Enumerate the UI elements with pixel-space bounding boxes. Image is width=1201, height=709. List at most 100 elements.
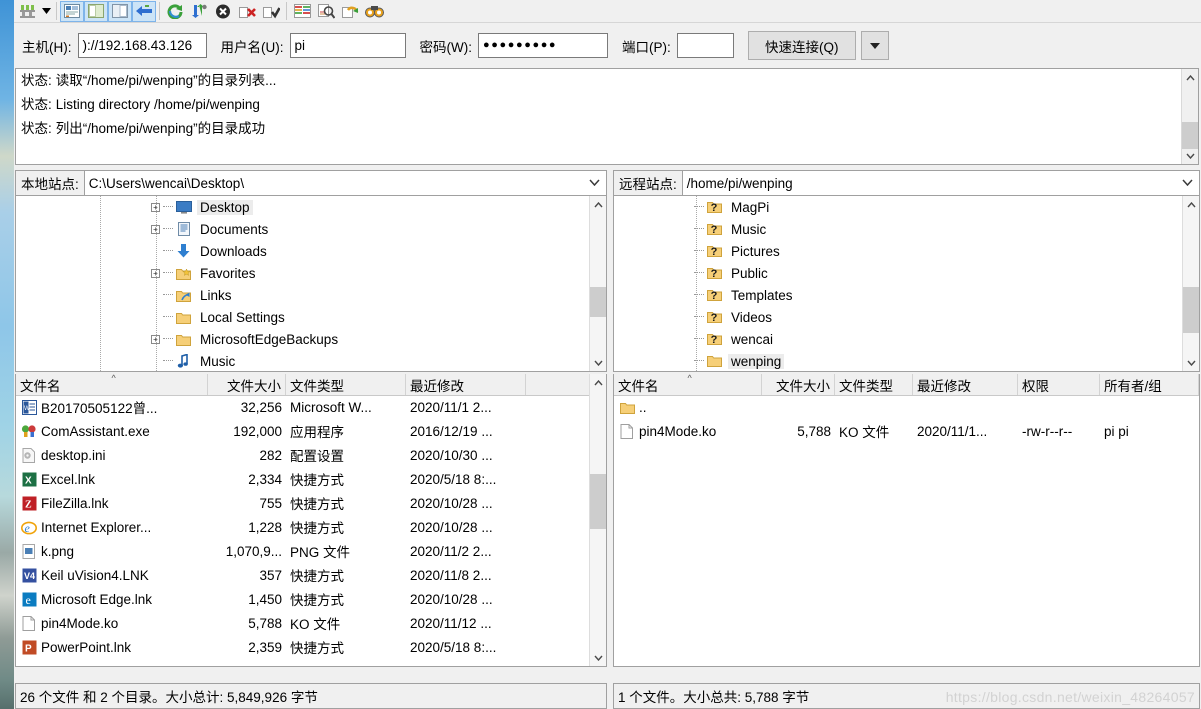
scroll-down-arrow[interactable] xyxy=(590,354,606,371)
remote-site-path-combo[interactable]: /home/pi/wenping xyxy=(681,170,1200,196)
cancel-operation-button[interactable] xyxy=(211,1,235,22)
site-manager-button[interactable] xyxy=(15,1,39,22)
table-row[interactable]: e Microsoft Edge.lnk 1,450 快捷方式 2020/10/… xyxy=(16,587,589,611)
table-row[interactable]: desktop.ini 282 配置设置 2020/10/30 ... xyxy=(16,443,589,467)
local-file-list-scrollbar[interactable] xyxy=(589,374,606,666)
scroll-down-arrow[interactable] xyxy=(590,649,606,666)
column-header-filetype[interactable]: 文件类型 xyxy=(835,374,913,395)
remote-directory-tree[interactable]: ? MagPi ? Music ? Pictures ? Public ? Te… xyxy=(613,196,1200,372)
column-header-filename[interactable]: 文件名 ^ xyxy=(16,374,208,395)
local-pane: 本地站点: C:\Users\wencai\Desktop\ + Desktop… xyxy=(15,170,607,707)
table-row[interactable]: ComAssistant.exe 192,000 应用程序 2016/12/19… xyxy=(16,419,589,443)
local-file-list[interactable]: 文件名 ^ 文件大小 文件类型 最近修改 W B20170505122曾... … xyxy=(15,374,607,667)
table-row[interactable]: pin4Mode.ko 5,788 KO 文件 2020/11/1... -rw… xyxy=(614,419,1182,443)
remote-tree-item[interactable]: ? Music xyxy=(614,218,1181,240)
column-label: 文件名 xyxy=(618,378,659,394)
refresh-icon xyxy=(167,3,182,19)
column-header-filesize[interactable]: 文件大小 xyxy=(762,374,835,395)
toggle-remote-tree-button[interactable] xyxy=(108,0,132,22)
scroll-up-arrow[interactable] xyxy=(590,196,606,213)
scroll-up-arrow[interactable] xyxy=(590,374,606,391)
site-manager-dropdown[interactable] xyxy=(39,1,53,22)
column-header-modified[interactable]: 最近修改 xyxy=(913,374,1018,395)
scroll-thumb[interactable] xyxy=(590,474,606,529)
exe-icon xyxy=(20,423,38,440)
column-header-owner-group[interactable]: 所有者/组 xyxy=(1100,374,1199,395)
column-header-permissions[interactable]: 权限 xyxy=(1018,374,1100,395)
table-row[interactable]: .. xyxy=(614,395,1182,419)
column-header-filetype[interactable]: 文件类型 xyxy=(286,374,406,395)
toggle-local-tree-button[interactable] xyxy=(84,0,108,22)
local-tree-item[interactable]: + Favorites xyxy=(16,262,588,284)
table-row[interactable]: Z FileZilla.lnk 755 快捷方式 2020/10/28 ... xyxy=(16,491,589,515)
remote-tree-item[interactable]: ? Videos xyxy=(614,306,1181,328)
remote-tree-item[interactable]: ? Pictures xyxy=(614,240,1181,262)
local-file-list-header[interactable]: 文件名 ^ 文件大小 文件类型 最近修改 xyxy=(16,374,606,396)
username-input[interactable]: pi xyxy=(289,33,406,58)
local-tree-item[interactable]: Links xyxy=(16,284,588,306)
local-tree-item[interactable]: Downloads xyxy=(16,240,588,262)
directory-comparison-button[interactable] xyxy=(314,1,338,22)
scroll-thumb[interactable] xyxy=(1183,287,1199,333)
local-site-path-combo[interactable]: C:\Users\wencai\Desktop\ xyxy=(83,170,607,196)
local-tree-item[interactable]: Music xyxy=(16,350,588,371)
table-row[interactable]: P PowerPoint.lnk 2,359 快捷方式 2020/5/18 8:… xyxy=(16,635,589,659)
file-type: PNG 文件 xyxy=(290,545,351,560)
desktop-wallpaper-sliver xyxy=(0,0,14,709)
local-tree-item[interactable]: + Desktop xyxy=(16,196,588,218)
links-folder-icon xyxy=(175,288,192,303)
remote-tree-item[interactable]: ? Public xyxy=(614,262,1181,284)
local-tree-item[interactable]: + Documents xyxy=(16,218,588,240)
local-directory-tree[interactable]: + Desktop + Documents Downloads + Favori… xyxy=(15,196,607,372)
table-row[interactable]: W B20170505122曾... 32,256 Microsoft W...… xyxy=(16,395,589,419)
scroll-down-arrow[interactable] xyxy=(1183,354,1199,371)
remote-tree-label: MagPi xyxy=(731,199,770,215)
toggle-message-log-button[interactable] xyxy=(60,0,84,22)
process-queue-button[interactable] xyxy=(187,1,211,22)
toggle-transfer-queue-button[interactable] xyxy=(132,0,156,22)
filter-listings-button[interactable] xyxy=(290,1,314,22)
refresh-button[interactable] xyxy=(163,1,187,22)
disconnect-button[interactable] xyxy=(235,1,259,22)
remote-file-list[interactable]: 文件名 ^ 文件大小 文件类型 最近修改 权限 所有者/组 .. pin4Mod… xyxy=(613,374,1200,667)
local-tree-scrollbar[interactable] xyxy=(589,196,606,371)
port-input[interactable] xyxy=(676,33,734,58)
reconnect-button[interactable] xyxy=(259,1,283,22)
local-tree-item[interactable]: + MicrosoftEdgeBackups xyxy=(16,328,588,350)
chevron-down-icon[interactable] xyxy=(1182,178,1193,188)
remote-tree-item[interactable]: ? Templates xyxy=(614,284,1181,306)
remote-site-row: 远程站点: /home/pi/wenping xyxy=(613,170,1200,196)
remote-tree-scrollbar[interactable] xyxy=(1182,196,1199,371)
host-input[interactable]: )://192.168.43.126 xyxy=(77,33,207,58)
scroll-up-arrow[interactable] xyxy=(1182,69,1198,86)
local-tree-item[interactable]: Local Settings xyxy=(16,306,588,328)
svg-text:?: ? xyxy=(711,224,718,236)
password-input[interactable]: ●●●●●●●●● xyxy=(477,33,608,58)
log-prefix: 状态: xyxy=(21,121,52,136)
remote-tree-item[interactable]: ? MagPi xyxy=(614,196,1181,218)
remote-file-list-header[interactable]: 文件名 ^ 文件大小 文件类型 最近修改 权限 所有者/组 xyxy=(614,374,1199,396)
scroll-up-arrow[interactable] xyxy=(1183,196,1199,213)
table-row[interactable]: X Excel.lnk 2,334 快捷方式 2020/5/18 8:... xyxy=(16,467,589,491)
message-log-scrollbar[interactable] xyxy=(1181,69,1198,164)
table-row[interactable]: V4 Keil uVision4.LNK 357 快捷方式 2020/11/8 … xyxy=(16,563,589,587)
chevron-down-icon[interactable] xyxy=(589,178,600,188)
scroll-thumb[interactable] xyxy=(590,287,606,317)
table-row[interactable]: k.png 1,070,9... PNG 文件 2020/11/2 2... xyxy=(16,539,589,563)
remote-tree-item[interactable]: wenping xyxy=(614,350,1181,371)
table-row[interactable]: pin4Mode.ko 5,788 KO 文件 2020/11/12 ... xyxy=(16,611,589,635)
quickconnect-button[interactable]: 快速连接(Q) xyxy=(747,31,856,60)
search-remote-files-button[interactable] xyxy=(362,1,386,22)
quickconnect-history-dropdown[interactable] xyxy=(860,31,889,60)
file-size: 755 xyxy=(259,495,282,511)
column-header-filename[interactable]: 文件名 ^ xyxy=(614,374,762,395)
column-header-modified[interactable]: 最近修改 xyxy=(406,374,526,395)
column-header-filesize[interactable]: 文件大小 xyxy=(208,374,286,395)
synchronized-browsing-button[interactable] xyxy=(338,1,362,22)
message-log: 状态: 读取“/home/pi/wenping”的目录列表... 状态: Listi… xyxy=(15,68,1199,165)
scroll-down-arrow[interactable] xyxy=(1182,147,1198,164)
table-row[interactable]: e Internet Explorer... 1,228 快捷方式 2020/1… xyxy=(16,515,589,539)
column-label: 文件大小 xyxy=(776,378,830,394)
scroll-thumb[interactable] xyxy=(1182,122,1198,149)
remote-tree-item[interactable]: ? wencai xyxy=(614,328,1181,350)
